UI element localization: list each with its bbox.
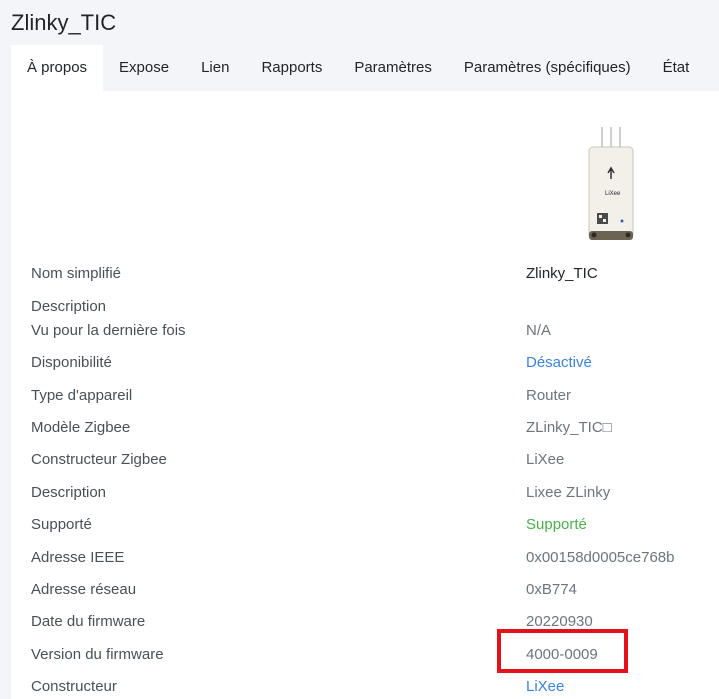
row-friendly-name: Nom simplifié Zlinky_TIC: [11, 264, 719, 284]
page-title: Zlinky_TIC: [11, 10, 117, 35]
row-label: Vu pour la dernière fois: [31, 322, 186, 339]
row-value: Lixee ZLinky: [526, 484, 611, 501]
row-device-type: Type d'appareil Router: [11, 386, 719, 406]
row-value: 0xB774: [526, 581, 577, 598]
tab-settings[interactable]: Paramètres: [338, 45, 448, 91]
manufacturer-link[interactable]: LiXee: [526, 677, 564, 697]
device-tabs: À propos Expose Lien Rapports Paramètres…: [11, 45, 719, 91]
row-value: LiXee: [526, 451, 565, 468]
firmware-version-highlight-box: [497, 629, 628, 673]
row-label: Version du firmware: [31, 646, 164, 663]
row-label: Constructeur Zigbee: [31, 451, 167, 468]
row-manufacturer: Constructeur LiXee: [11, 677, 719, 697]
row-value: N/A: [526, 322, 552, 339]
row-network-address: Adresse réseau 0xB774: [11, 580, 719, 600]
row-availability: Disponibilité Désactivé: [11, 353, 719, 373]
row-description: Description: [11, 297, 719, 317]
row-label: Date du firmware: [31, 613, 146, 630]
row-label: Type d'appareil: [31, 387, 133, 404]
tab-state[interactable]: État: [647, 45, 706, 91]
row-label: Supporté: [31, 516, 92, 533]
tab-about[interactable]: À propos: [11, 45, 104, 91]
row-label: Description: [31, 298, 107, 315]
supported-badge: Supporté: [526, 516, 587, 533]
tab-settings-specific[interactable]: Paramètres (spécifiques): [448, 45, 647, 91]
row-last-seen: Vu pour la dernière fois N/A: [11, 321, 719, 341]
row-label: Constructeur: [31, 678, 117, 695]
row-value: 0x00158d0005ce768b: [526, 549, 675, 566]
row-value: Router: [526, 387, 572, 404]
tab-reports[interactable]: Rapports: [245, 45, 338, 91]
row-zigbee-model: Modèle Zigbee ZLinky_TIC□: [11, 418, 719, 438]
row-label: Disponibilité: [31, 354, 112, 371]
row-label: Description: [31, 484, 107, 501]
tab-expose[interactable]: Expose: [103, 45, 185, 91]
row-value: Zlinky_TIC: [526, 265, 598, 282]
row-zigbee-manufacturer: Constructeur Zigbee LiXee: [11, 450, 719, 470]
row-label: Adresse IEEE: [31, 549, 125, 566]
row-label: Nom simplifié: [31, 265, 122, 282]
availability-link[interactable]: Désactivé: [526, 353, 592, 373]
row-value: ZLinky_TIC□: [526, 419, 612, 436]
about-panel: LiXee Nom simplifié Zlinky_TIC Descripti…: [11, 91, 719, 699]
row-label: Adresse réseau: [31, 581, 137, 598]
tab-link[interactable]: Lien: [185, 45, 245, 91]
device-brand-text: LiXee: [605, 191, 621, 197]
row-supported: Supporté Supporté: [11, 515, 719, 535]
row-description-2: Description Lixee ZLinky: [11, 483, 719, 503]
row-ieee-address: Adresse IEEE 0x00158d0005ce768b: [11, 548, 719, 568]
lixee-zlinky-device-image: LiXee: [588, 127, 634, 240]
row-label: Modèle Zigbee: [31, 419, 131, 436]
